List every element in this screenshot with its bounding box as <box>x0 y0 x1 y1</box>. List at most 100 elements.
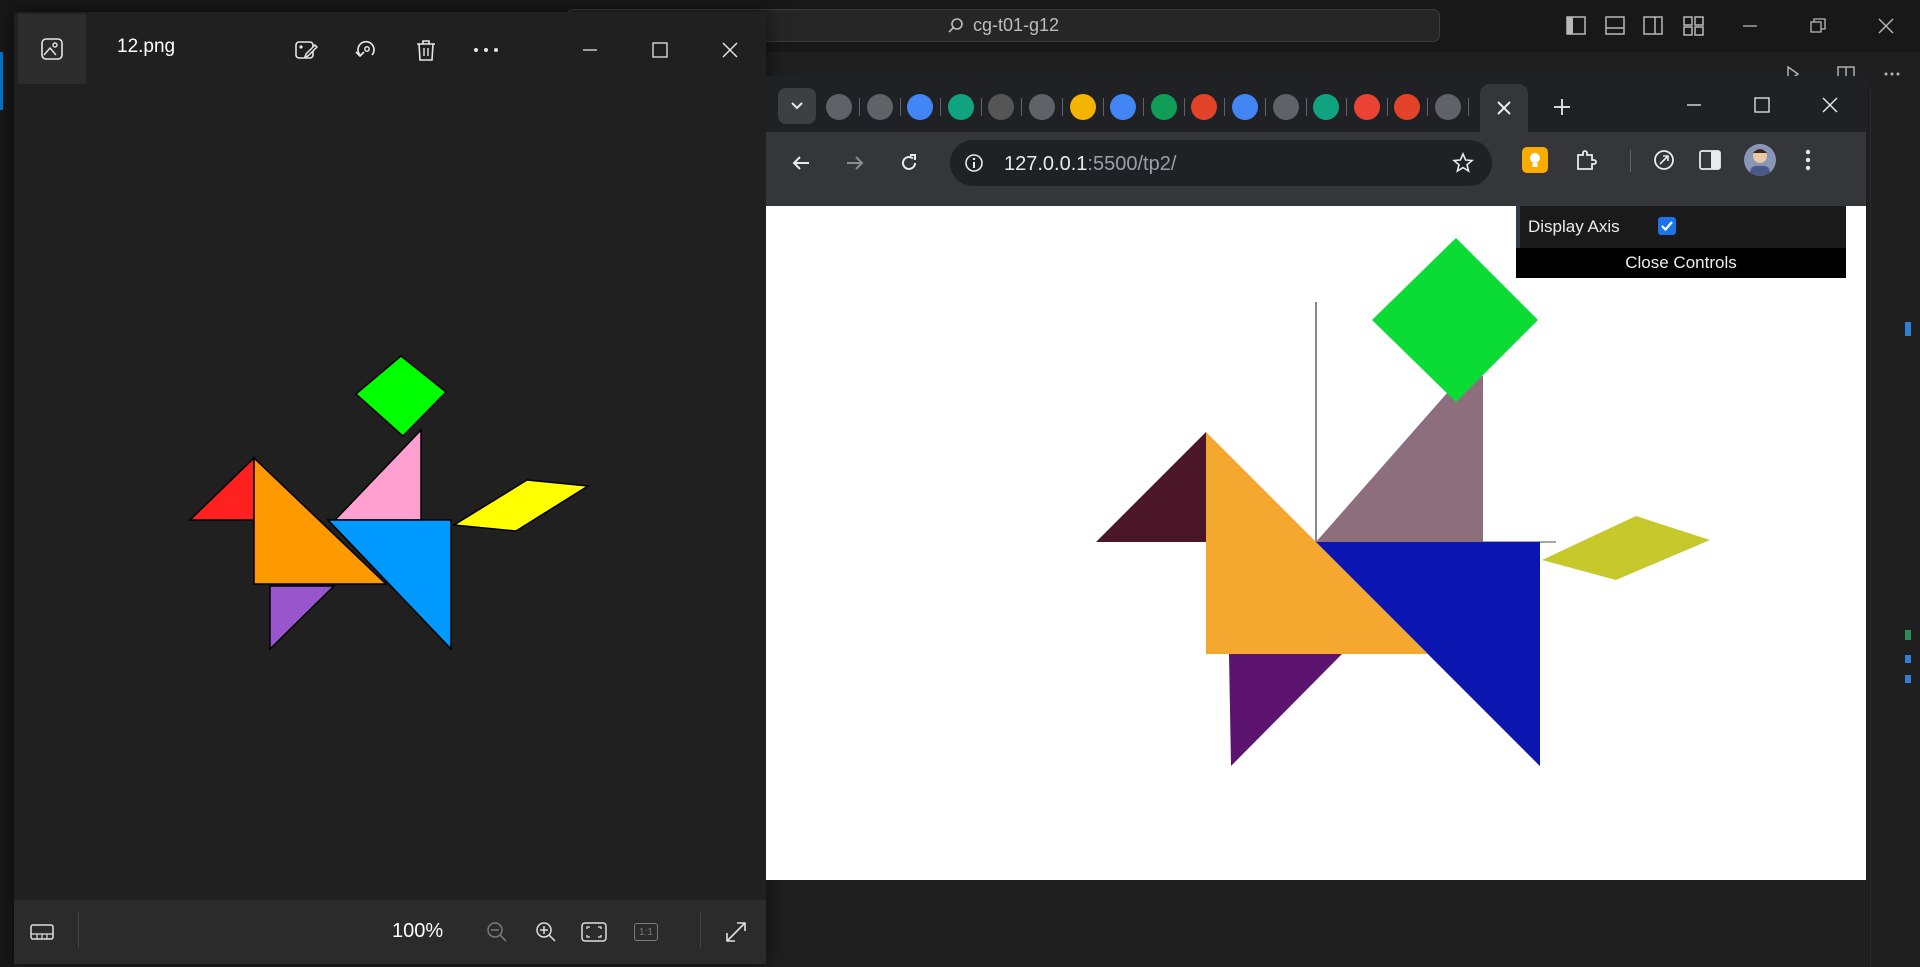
tangram-reference-image <box>188 355 591 651</box>
vscode-activity-bar <box>0 52 14 967</box>
close-controls-button[interactable]: Close Controls <box>1516 248 1846 278</box>
openai-icon[interactable] <box>988 94 1015 120</box>
customize-layout-icon[interactable] <box>1683 16 1705 36</box>
url-text[interactable]: 127.0.0.1:5500/tp2/ <box>1004 153 1176 176</box>
edit-image-button[interactable] <box>284 32 328 68</box>
lightbulb-icon <box>1530 153 1540 167</box>
more-vertical-icon <box>1805 149 1811 171</box>
delete-button[interactable] <box>404 32 448 68</box>
close-icon <box>722 42 738 58</box>
zoom-out-button[interactable] <box>477 912 517 952</box>
tab-separator <box>980 98 982 116</box>
fit-window-icon <box>581 922 607 942</box>
fullscreen-button[interactable] <box>716 912 756 952</box>
gmail-icon[interactable] <box>1353 94 1380 120</box>
extensions-button[interactable] <box>1572 146 1600 174</box>
tab-separator <box>1346 98 1348 116</box>
filmstrip-icon <box>30 924 54 940</box>
filmstrip-button[interactable] <box>22 912 62 952</box>
performance-button[interactable] <box>1650 146 1678 174</box>
display-axis-checkbox[interactable] <box>1658 217 1676 235</box>
zoom-in-button[interactable] <box>526 912 566 952</box>
divider <box>78 912 79 948</box>
site-info-icon[interactable] <box>964 153 984 173</box>
active-tab[interactable] <box>1480 84 1528 132</box>
openai-icon[interactable] <box>1313 94 1340 120</box>
vscode-minimize-icon[interactable] <box>1740 16 1760 36</box>
plus-icon <box>1554 99 1570 115</box>
globe-icon[interactable] <box>826 94 852 120</box>
bookmark-star-icon[interactable] <box>1452 152 1474 174</box>
minimap-marker <box>1905 630 1911 640</box>
hexagon-icon[interactable] <box>907 94 934 120</box>
browser-maximize-button[interactable] <box>1742 88 1782 122</box>
globe-icon[interactable] <box>1435 94 1461 120</box>
tab-search-button[interactable] <box>778 88 816 124</box>
docs-icon[interactable] <box>1232 94 1258 120</box>
actual-size-button[interactable]: 1:1 <box>626 912 666 952</box>
browser-window: 127.0.0.1:5500/tp2/ Display Axis Close C… <box>766 76 1866 880</box>
tab-separator <box>1427 98 1429 116</box>
reload-button[interactable] <box>890 144 928 182</box>
globe-icon[interactable] <box>866 94 893 120</box>
red-triangle <box>188 456 255 521</box>
mauve-triangle <box>1316 376 1483 542</box>
photos-maximize-button[interactable] <box>640 32 680 68</box>
photos-minimize-button[interactable] <box>570 32 610 68</box>
close-tab-icon[interactable] <box>1496 100 1512 116</box>
command-center-text: cg-t01-g12 <box>972 15 1060 35</box>
url-path: :5500/tp2/ <box>1087 153 1177 175</box>
leaf-icon <box>1654 150 1674 170</box>
zoom-level[interactable]: 100% <box>392 920 443 943</box>
new-tab-button[interactable] <box>1542 90 1582 124</box>
toggle-panel-icon[interactable] <box>1605 16 1625 36</box>
forward-button[interactable] <box>836 144 874 182</box>
m-logo-icon[interactable] <box>1069 94 1096 120</box>
back-button[interactable] <box>782 144 820 182</box>
chevron-down-icon <box>791 102 803 110</box>
dark-red-triangle <box>1096 432 1206 542</box>
tab-separator <box>940 98 942 116</box>
address-bar[interactable]: 127.0.0.1:5500/tp2/ <box>950 140 1492 186</box>
browser-minimize-button[interactable] <box>1674 88 1714 122</box>
expand-icon <box>726 922 746 942</box>
keep-extension-button[interactable] <box>1522 147 1548 173</box>
browser-menu-button[interactable] <box>1794 146 1822 174</box>
toggle-secondary-sidebar-icon[interactable] <box>1643 16 1663 36</box>
photos-app-icon[interactable] <box>18 14 86 84</box>
vscode-restore-icon[interactable] <box>1808 16 1828 36</box>
image-viewer-canvas[interactable] <box>14 86 766 910</box>
globe-icon[interactable] <box>1272 94 1299 120</box>
search-icon <box>948 17 963 33</box>
more-options-button[interactable] <box>464 32 508 68</box>
globe-icon[interactable] <box>1029 94 1055 120</box>
actual-size-icon: 1:1 <box>634 923 658 941</box>
vscode-minimap <box>1870 90 1920 967</box>
browser-tabstrip <box>766 76 1866 132</box>
vscode-close-icon[interactable] <box>1876 16 1896 36</box>
tab-separator <box>1386 98 1388 116</box>
openai-icon[interactable] <box>947 94 974 120</box>
display-axis-row: Display Axis <box>1516 206 1846 248</box>
fit-to-window-button[interactable] <box>574 912 614 952</box>
photos-header: 12.png <box>14 12 766 86</box>
photos-bottom-bar: 100% 1:1 <box>14 900 766 964</box>
profile-avatar[interactable] <box>1744 144 1776 176</box>
photos-close-button[interactable] <box>710 32 750 68</box>
sheets-icon[interactable] <box>1150 94 1177 120</box>
minimize-icon <box>583 49 597 51</box>
arrow-left-icon <box>792 156 809 170</box>
webgl-page[interactable]: Display Axis Close Controls <box>766 206 1866 880</box>
tangram-render-canvas[interactable] <box>766 206 1866 880</box>
rotate-button[interactable] <box>344 32 388 68</box>
gitlab-icon[interactable] <box>1394 94 1421 120</box>
docs-icon[interactable] <box>1110 94 1137 120</box>
gitlab-icon[interactable] <box>1191 94 1218 120</box>
browser-close-button[interactable] <box>1810 88 1850 122</box>
tab-separator <box>1224 98 1226 116</box>
tab-separator <box>1468 98 1469 116</box>
olive-parallelogram <box>1542 516 1710 580</box>
side-panel-button[interactable] <box>1696 146 1724 174</box>
toggle-primary-sidebar-icon[interactable] <box>1566 16 1586 36</box>
tab-separator <box>1183 98 1185 116</box>
